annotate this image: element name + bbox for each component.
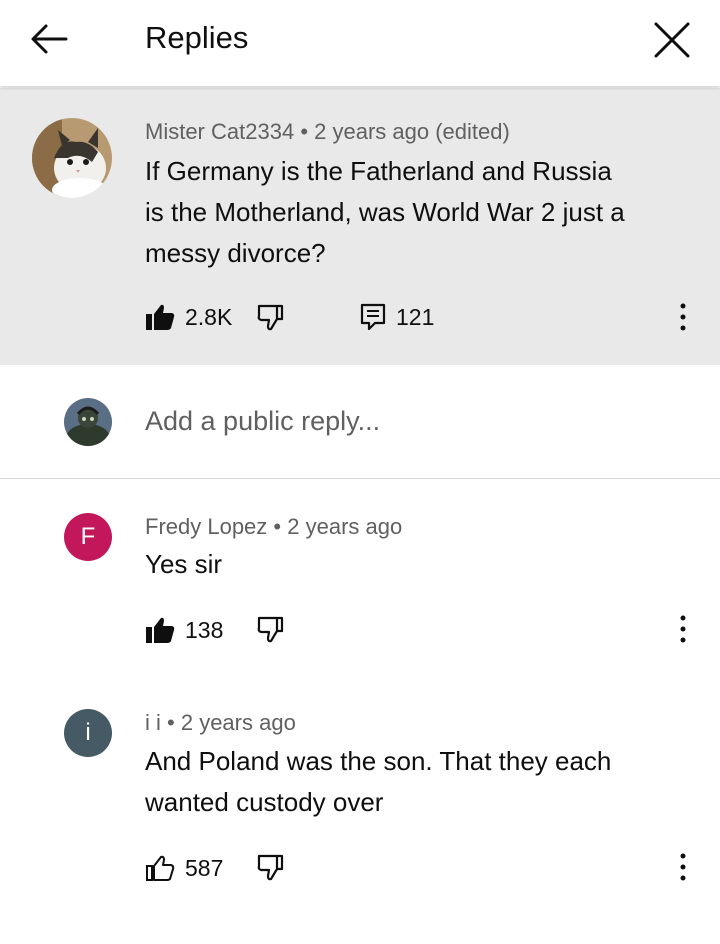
more-options-button[interactable] [670,852,696,887]
comment-text: And Poland was the son. That they each w… [145,741,611,823]
replies-button[interactable]: 121 [360,302,434,332]
avatar[interactable] [32,118,112,198]
close-button[interactable] [644,12,700,68]
cat-avatar-image [32,118,112,198]
comment-text-line: Yes sir [145,549,223,579]
like-button[interactable]: 587 [145,853,223,883]
user-avatar [64,398,112,446]
meta-separator: • [167,710,175,735]
thumbs-down-icon [257,616,284,643]
comment-text-line: If Germany is the Fatherland and Russia [145,156,612,186]
more-options-button[interactable] [670,302,696,337]
comment-text: Yes sir [145,544,222,585]
close-icon [654,22,690,58]
comment-meta: Fredy Lopez • 2 years ago [145,514,402,540]
like-count: 2.8K [185,303,233,330]
more-vertical-icon [680,853,686,881]
reply-input[interactable]: Add a public reply... [145,406,380,437]
comment-icon [360,303,386,331]
more-vertical-icon [680,615,686,643]
comment-time: 2 years ago (edited) [314,119,510,144]
comment-meta: Mister Cat2334 • 2 years ago (edited) [145,119,510,145]
divider [0,478,720,479]
avatar[interactable]: F [64,513,112,561]
more-vertical-icon [680,303,686,331]
meta-separator: • [300,119,309,144]
thumbs-down-icon [257,304,284,331]
header: Replies [0,0,720,86]
arrow-left-icon [31,24,68,54]
parent-comment: Mister Cat2334 • 2 years ago (edited) If… [0,88,720,365]
reply-box: Add a public reply... [0,366,720,478]
comment-text: If Germany is the Fatherland and Russia … [145,151,625,274]
dislike-button[interactable] [256,302,288,339]
comment-text-line: is the Motherland, was World War 2 just … [145,197,625,227]
like-button[interactable]: 2.8K [145,302,232,332]
dislike-button[interactable] [256,614,288,651]
thumbs-up-filled-icon [146,304,175,330]
thumbs-down-icon [257,854,284,881]
more-options-button[interactable] [670,614,696,649]
like-count: 138 [185,616,224,643]
meta-separator: • [273,514,282,539]
comment-time: 2 years ago [180,710,296,735]
comment-author[interactable]: Mister Cat2334 [145,119,294,144]
comment-text-line: wanted custody over [145,787,384,817]
reply-count: 121 [396,303,435,330]
comment-time: 2 years ago [287,514,403,539]
dislike-button[interactable] [256,852,288,889]
like-button[interactable]: 138 [145,615,223,645]
avatar[interactable]: i [64,709,112,757]
comment-author[interactable]: Fredy Lopez [145,514,267,539]
user-avatar-image [64,398,112,446]
thumbs-up-filled-icon [146,617,175,643]
like-count: 587 [185,854,224,881]
comment-text-line: And Poland was the son. That they each [145,746,612,776]
thumbs-up-icon [146,855,175,881]
back-button[interactable] [22,14,78,70]
comment-meta: i i • 2 years ago [145,710,296,736]
page-title: Replies [145,20,249,55]
comment-text-line: messy divorce? [145,238,326,268]
comment-author[interactable]: i i [145,710,161,735]
